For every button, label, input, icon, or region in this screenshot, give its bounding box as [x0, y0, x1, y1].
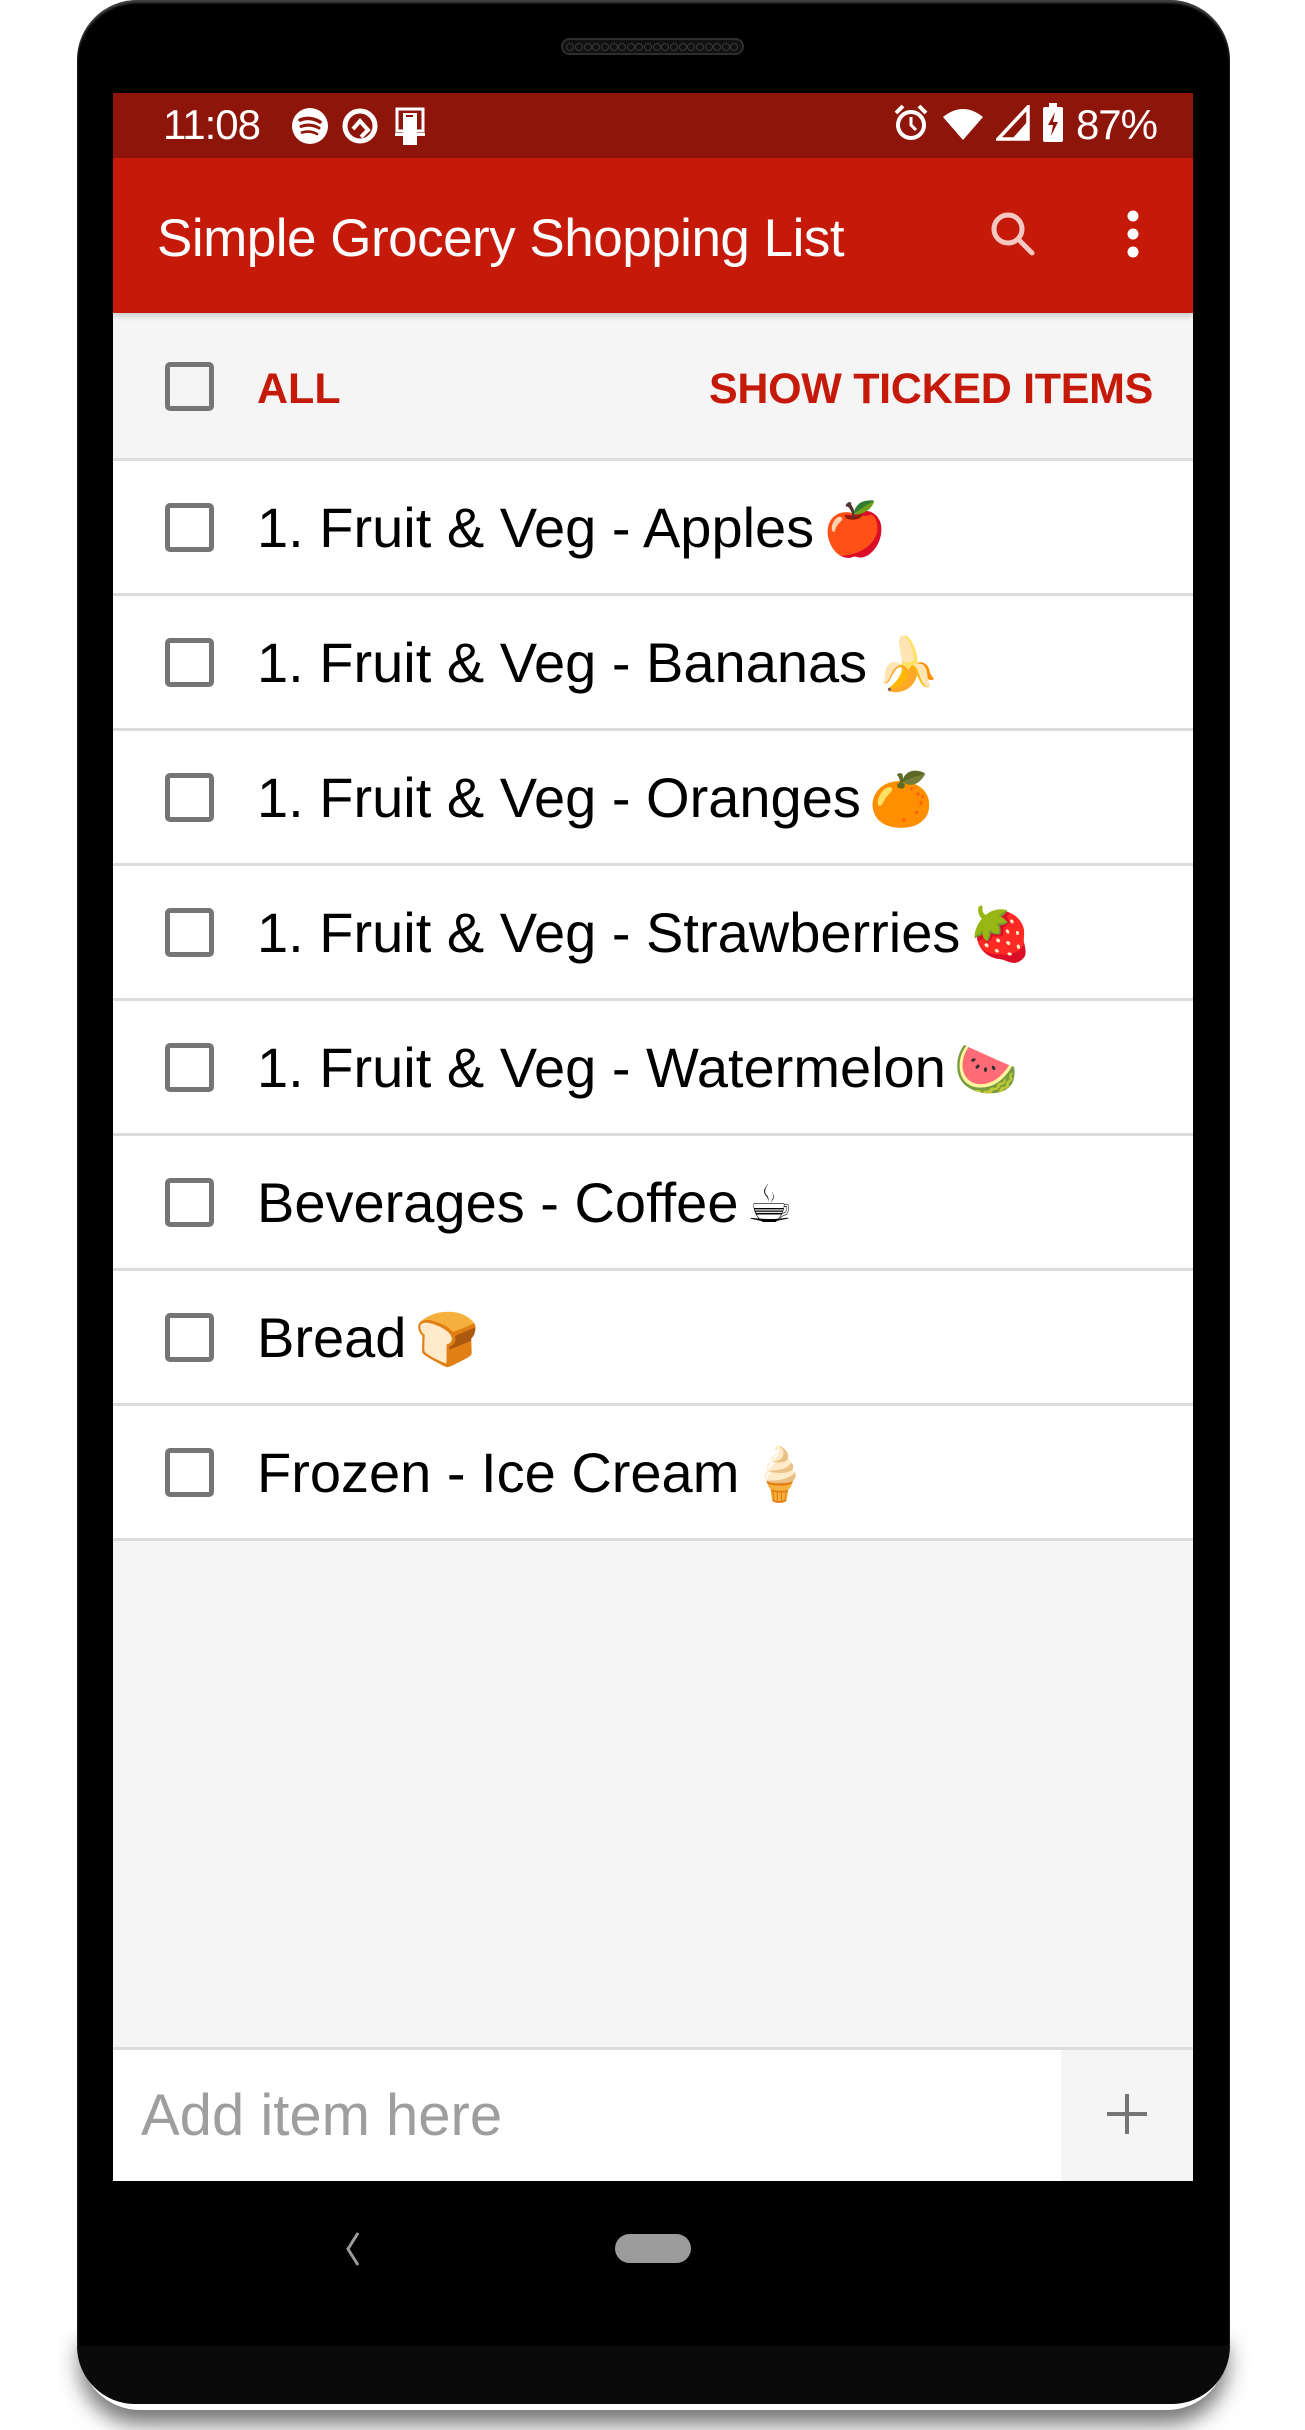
add-item-button[interactable]	[1061, 2050, 1193, 2181]
item-checkbox[interactable]	[165, 503, 214, 552]
item-checkbox[interactable]	[165, 773, 214, 822]
select-all-checkbox[interactable]	[165, 362, 214, 411]
plus-icon	[1107, 2094, 1147, 2137]
strawberry-emoji-icon: 🍓	[968, 905, 1034, 965]
list-item[interactable]: 1. Fruit & Veg - Bananas 🍌	[113, 596, 1193, 731]
home-pill-button[interactable]	[615, 2234, 691, 2263]
item-checkbox[interactable]	[165, 1178, 214, 1227]
more-options-button[interactable]	[1103, 198, 1163, 274]
list-item[interactable]: 1. Fruit & Veg - Apples 🍎	[113, 461, 1193, 596]
show-ticked-items-button[interactable]: SHOW TICKED ITEMS	[709, 365, 1153, 414]
list-item[interactable]: 1. Fruit & Veg - Watermelon 🍉	[113, 1001, 1193, 1136]
apple-emoji-icon: 🍎	[822, 500, 887, 560]
app-bar: Simple Grocery Shopping List	[113, 158, 1193, 313]
add-item-bar	[113, 2047, 1193, 2181]
item-label: 1. Fruit & Veg - Oranges	[257, 766, 861, 829]
phone-chin	[77, 2346, 1230, 2404]
status-time: 11:08	[163, 101, 261, 148]
item-checkbox[interactable]	[165, 1313, 214, 1362]
grocery-list: 1. Fruit & Veg - Apples 🍎 1. Fruit & Veg …	[113, 461, 1193, 1541]
item-checkbox[interactable]	[165, 1448, 214, 1497]
item-label: Bread	[257, 1306, 407, 1369]
item-label: 1. Fruit & Veg - Bananas	[257, 631, 868, 694]
list-item[interactable]: Beverages - Coffee ☕	[113, 1136, 1193, 1271]
battery-percent: 87%	[1075, 101, 1158, 148]
screen: 11:08 87% Simple Grocery Shopping List A…	[113, 93, 1193, 2181]
back-icon	[338, 2232, 368, 2273]
watermelon-emoji-icon: 🍉	[953, 1040, 1019, 1100]
list-item[interactable]: Bread 🍞	[113, 1271, 1193, 1406]
item-checkbox[interactable]	[165, 908, 214, 957]
search-icon	[987, 208, 1039, 265]
coffee-emoji-icon: ☕	[746, 1175, 794, 1235]
app-title: Simple Grocery Shopping List	[157, 209, 845, 268]
android-q-icon	[341, 107, 379, 150]
item-label: 1. Fruit & Veg - Apples	[257, 496, 815, 559]
list-item[interactable]: 1. Fruit & Veg - Oranges 🍊	[113, 731, 1193, 866]
speaker-grille	[561, 38, 744, 55]
item-label: 1. Fruit & Veg - Watermelon	[257, 1036, 946, 1099]
system-nav-bar	[113, 2181, 1193, 2321]
item-label: Frozen - Ice Cream	[257, 1441, 740, 1504]
ice-cream-emoji-icon: 🍦	[747, 1445, 813, 1505]
spotify-icon	[291, 107, 329, 150]
back-button[interactable]	[338, 2229, 368, 2269]
item-checkbox[interactable]	[165, 638, 214, 687]
orange-emoji-icon: 🍊	[868, 770, 934, 830]
more-vert-icon	[1126, 208, 1140, 265]
battery-charging-icon	[1042, 102, 1064, 148]
list-header: ALL SHOW TICKED ITEMS	[113, 313, 1193, 461]
search-button[interactable]	[975, 198, 1051, 274]
cell-signal-icon	[993, 102, 1030, 146]
status-bar: 11:08 87%	[113, 93, 1193, 158]
item-checkbox[interactable]	[165, 1043, 214, 1092]
add-item-input[interactable]	[113, 2050, 1061, 2181]
item-label: 1. Fruit & Veg - Strawberries	[257, 901, 961, 964]
item-label: Beverages - Coffee	[257, 1171, 739, 1234]
bread-emoji-icon: 🍞	[414, 1310, 480, 1370]
status-right-group: 87%	[892, 101, 1158, 149]
cast-device-icon	[391, 107, 431, 152]
wifi-icon	[942, 105, 984, 146]
alarm-icon	[892, 103, 930, 148]
select-all-label[interactable]: ALL	[257, 365, 341, 414]
list-item[interactable]: 1. Fruit & Veg - Strawberries 🍓	[113, 866, 1193, 1001]
list-item[interactable]: Frozen - Ice Cream 🍦	[113, 1406, 1193, 1541]
banana-emoji-icon: 🍌	[875, 635, 940, 695]
